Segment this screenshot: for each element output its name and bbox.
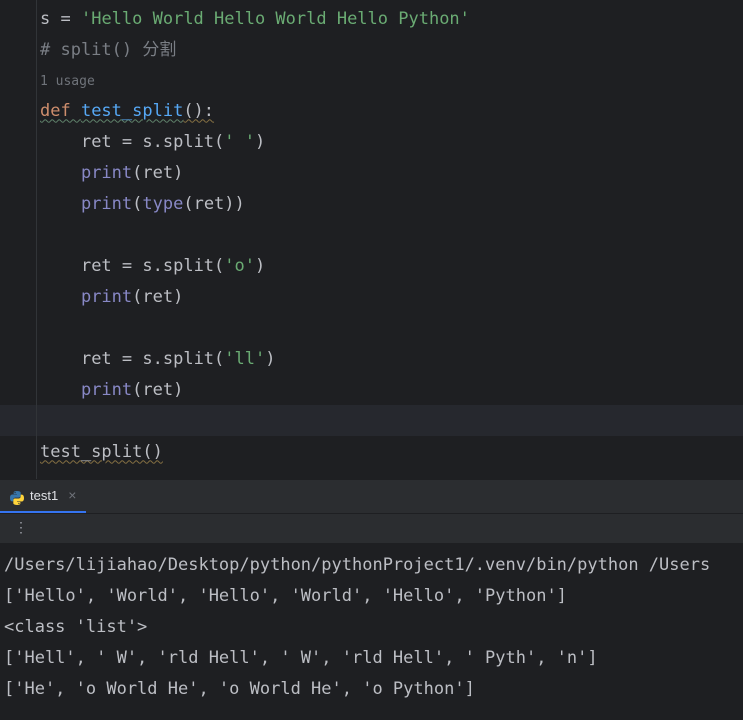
run-tabs-bar: test1 × xyxy=(0,480,743,514)
string-literal: 'll' xyxy=(224,344,265,375)
indent xyxy=(40,127,81,158)
close-icon[interactable]: × xyxy=(64,483,76,508)
indent xyxy=(40,251,81,282)
parentheses: (): xyxy=(183,96,214,127)
code-line[interactable]: ret = s.split('o') xyxy=(40,250,743,281)
run-toolbar: ⋮ xyxy=(0,514,743,544)
console-line: ['He', 'o World He', 'o World He', 'o Py… xyxy=(4,674,739,705)
string-literal: 'o' xyxy=(224,251,255,282)
variable: ret xyxy=(81,251,122,282)
code-line[interactable]: def test_split(): xyxy=(40,95,743,126)
variable: ret xyxy=(81,127,122,158)
method-call: s.split( xyxy=(142,127,224,158)
code-editor[interactable]: s = 'Hello World Hello World Hello Pytho… xyxy=(0,0,743,479)
method-call: s.split( xyxy=(142,251,224,282)
run-tab-label: test1 xyxy=(30,484,58,507)
indent xyxy=(40,282,81,313)
string-literal: ' ' xyxy=(224,127,255,158)
parentheses: ( xyxy=(132,189,142,220)
comment: # split() 分割 xyxy=(40,35,176,66)
operator: = xyxy=(60,4,80,35)
function-call: test_split() xyxy=(40,437,163,468)
console-line: ['Hello', 'World', 'Hello', 'World', 'He… xyxy=(4,581,739,612)
usage-hint[interactable]: 1 usage xyxy=(40,66,743,95)
code-line-blank[interactable] xyxy=(40,312,743,343)
code-line-blank-highlighted[interactable] xyxy=(0,405,743,436)
python-icon xyxy=(10,489,24,503)
code-line-blank[interactable] xyxy=(40,219,743,250)
arguments: (ret) xyxy=(132,375,183,406)
operator: = xyxy=(122,344,142,375)
indent xyxy=(40,375,81,406)
console-line: <class 'list'> xyxy=(4,612,739,643)
code-line[interactable]: print(ret) xyxy=(40,281,743,312)
parentheses: ) xyxy=(255,251,265,282)
parentheses: ) xyxy=(255,127,265,158)
method-call: s.split( xyxy=(142,344,224,375)
builtin-print: print xyxy=(81,158,132,189)
code-line[interactable]: print(type(ret)) xyxy=(40,188,743,219)
builtin-print: print xyxy=(81,375,132,406)
code-line[interactable]: s = 'Hello World Hello World Hello Pytho… xyxy=(40,4,743,35)
code-line[interactable]: print(ret) xyxy=(40,374,743,405)
code-line[interactable]: test_split() xyxy=(40,436,743,467)
operator: = xyxy=(122,251,142,282)
indent xyxy=(40,189,81,220)
function-name: test_split xyxy=(81,96,183,127)
arguments: (ret) xyxy=(132,282,183,313)
code-line[interactable]: ret = s.split(' ') xyxy=(40,126,743,157)
run-panel: test1 × ⋮ /Users/lijiahao/Desktop/python… xyxy=(0,479,743,711)
code-line[interactable]: ret = s.split('ll') xyxy=(40,343,743,374)
console-line: ['Hell', ' W', 'rld Hell', ' W', 'rld He… xyxy=(4,643,739,674)
variable: ret xyxy=(81,344,122,375)
operator: = xyxy=(122,127,142,158)
string-literal: 'Hello World Hello World Hello Python' xyxy=(81,4,470,35)
arguments: (ret) xyxy=(132,158,183,189)
console-output[interactable]: /Users/lijiahao/Desktop/python/pythonPro… xyxy=(0,544,743,711)
run-tab-test1[interactable]: test1 × xyxy=(0,480,86,513)
variable: s xyxy=(40,4,60,35)
arguments: (ret)) xyxy=(183,189,244,220)
builtin-print: print xyxy=(81,282,132,313)
builtin-type: type xyxy=(142,189,183,220)
parentheses: ) xyxy=(265,344,275,375)
code-line[interactable]: print(ret) xyxy=(40,157,743,188)
more-icon[interactable]: ⋮ xyxy=(14,516,29,541)
builtin-print: print xyxy=(81,189,132,220)
keyword-def: def xyxy=(40,96,81,127)
indent xyxy=(40,158,81,189)
console-line: /Users/lijiahao/Desktop/python/pythonPro… xyxy=(4,550,739,581)
indent xyxy=(40,344,81,375)
code-line[interactable]: # split() 分割 xyxy=(40,35,743,66)
